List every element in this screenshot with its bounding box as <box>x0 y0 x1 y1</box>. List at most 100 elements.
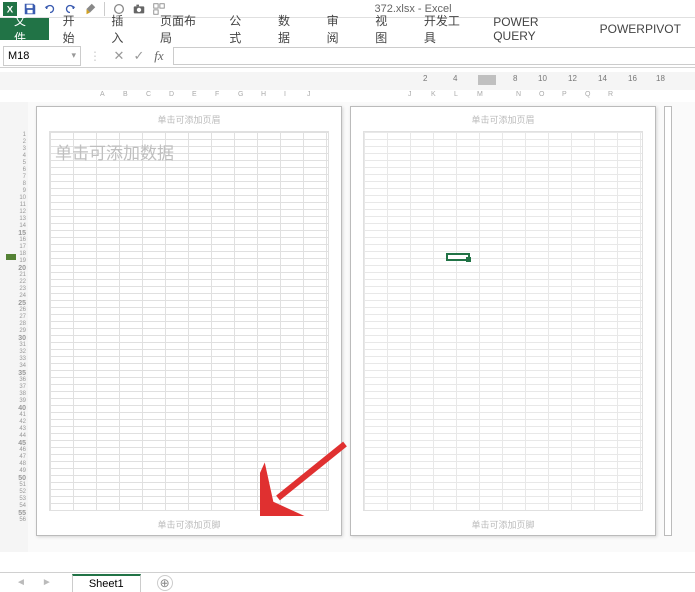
tab-formula[interactable]: 公式 <box>215 18 264 40</box>
pages-area: 单击可添加页眉 单击可添加数据 单击可添加页脚 单击可添加页眉 单击可添加页脚 <box>28 102 695 552</box>
horizontal-ruler: 2 4 6 8 10 12 14 16 18 <box>0 72 695 90</box>
row-number: 54 <box>19 503 26 510</box>
v-ruler-active-marker <box>6 254 16 260</box>
row-number: 22 <box>19 279 26 286</box>
ruler-tick: 14 <box>598 74 607 83</box>
row-number: 39 <box>19 398 26 405</box>
row-number: 9 <box>23 188 26 195</box>
qat-divider <box>104 2 105 16</box>
ruler-tick: 2 <box>423 74 427 83</box>
nav-next-icon[interactable]: ► <box>38 577 56 588</box>
quick-access-toolbar: X 372.xlsx - Excel <box>0 0 695 18</box>
ruler-tick: 10 <box>538 74 547 83</box>
tab-layout[interactable]: 页面布局 <box>146 18 215 40</box>
col-header: L <box>454 91 458 98</box>
row-number: 23 <box>19 286 26 293</box>
row-number: 28 <box>19 321 26 328</box>
row-number: 31 <box>19 342 26 349</box>
col-header: B <box>123 91 128 98</box>
accept-icon[interactable]: ✓ <box>129 48 149 64</box>
row-number: 43 <box>19 426 26 433</box>
active-cell[interactable] <box>446 253 470 261</box>
camera-icon[interactable] <box>131 1 147 17</box>
page-footer-hint[interactable]: 单击可添加页脚 <box>37 518 341 531</box>
row-number: 5 <box>23 160 26 167</box>
data-hint[interactable]: 单击可添加数据 <box>55 139 174 164</box>
row-number: 49 <box>19 468 26 475</box>
tab-review[interactable]: 审阅 <box>313 18 362 40</box>
row-number: 18 <box>19 251 26 258</box>
ruler-active-marker <box>478 75 496 85</box>
row-number: 8 <box>23 181 26 188</box>
column-headers: A B C D E F G H I J J K L M N O P Q R <box>0 90 695 102</box>
row-number: 33 <box>19 356 26 363</box>
page-grid[interactable] <box>49 131 329 511</box>
row-number: 42 <box>19 419 26 426</box>
ruler-tick: 16 <box>628 74 637 83</box>
vertical-ruler: 1234567891011121314151617181920212223242… <box>0 102 28 552</box>
tab-file[interactable]: 文件 <box>0 18 49 40</box>
row-number: 4 <box>23 153 26 160</box>
row-number: 13 <box>19 216 26 223</box>
tab-dev[interactable]: 开发工具 <box>410 18 479 40</box>
row-number: 27 <box>19 314 26 321</box>
row-number: 38 <box>19 391 26 398</box>
col-header: M <box>477 91 483 98</box>
row-number: 56 <box>19 517 26 524</box>
row-number: 24 <box>19 293 26 300</box>
row-number: 41 <box>19 412 26 419</box>
row-number: 34 <box>19 363 26 370</box>
page-1[interactable]: 单击可添加页眉 单击可添加数据 单击可添加页脚 <box>36 106 342 536</box>
ruler-tick: 8 <box>513 74 517 83</box>
col-header: R <box>608 91 613 98</box>
row-number: 48 <box>19 461 26 468</box>
undo-icon[interactable] <box>42 1 58 17</box>
col-header: N <box>516 91 521 98</box>
page-header-hint[interactable]: 单击可添加页眉 <box>37 107 341 129</box>
nav-prev-icon[interactable]: ◄ <box>12 577 30 588</box>
row-number: 51 <box>19 482 26 489</box>
add-sheet-button[interactable]: ⊕ <box>157 575 173 591</box>
row-number: 11 <box>20 202 26 209</box>
row-number: 1 <box>23 132 26 139</box>
fx-icon[interactable]: fx <box>149 48 169 64</box>
row-number: 10 <box>19 195 26 202</box>
cancel-icon[interactable]: ✕ <box>109 48 129 64</box>
tab-view[interactable]: 视图 <box>361 18 410 40</box>
col-header: I <box>284 91 286 98</box>
col-header: J <box>408 91 412 98</box>
row-number: 2 <box>23 139 26 146</box>
page-grid[interactable] <box>363 131 643 511</box>
tab-home[interactable]: 开始 <box>49 18 98 40</box>
page-footer-hint[interactable]: 单击可添加页脚 <box>351 518 655 531</box>
page-2[interactable]: 单击可添加页眉 单击可添加页脚 <box>350 106 656 536</box>
row-number: 16 <box>19 237 26 244</box>
tab-data[interactable]: 数据 <box>264 18 313 40</box>
row-number: 14 <box>19 223 26 230</box>
content-area: 1234567891011121314151617181920212223242… <box>0 102 695 552</box>
fb-separator: ⋮ <box>89 49 101 63</box>
ruler-tick: 4 <box>453 74 457 83</box>
page-header-hint[interactable]: 单击可添加页眉 <box>351 107 655 129</box>
name-box[interactable]: M18 <box>3 46 81 66</box>
svg-text:X: X <box>7 4 14 15</box>
col-header: G <box>238 91 243 98</box>
col-header: E <box>192 91 197 98</box>
tab-powerquery[interactable]: POWER QUERY <box>479 18 585 40</box>
tab-insert[interactable]: 插入 <box>97 18 146 40</box>
formula-input[interactable] <box>173 47 695 65</box>
ruler-tick: 12 <box>568 74 577 83</box>
row-number: 6 <box>23 167 26 174</box>
col-header: C <box>146 91 151 98</box>
col-header: F <box>215 91 219 98</box>
ruler-tick: 18 <box>656 74 665 83</box>
brush-icon[interactable] <box>82 1 98 17</box>
tab-powerpivot[interactable]: POWERPIVOT <box>586 18 695 40</box>
col-header: P <box>562 91 567 98</box>
col-header: Q <box>585 91 590 98</box>
ribbon-tabs: 文件 开始 插入 页面布局 公式 数据 审阅 视图 开发工具 POWER QUE… <box>0 18 695 40</box>
row-number: 47 <box>19 454 26 461</box>
row-number: 32 <box>19 349 26 356</box>
row-number: 52 <box>19 489 26 496</box>
sheet-tab-sheet1[interactable]: Sheet1 <box>72 574 141 592</box>
